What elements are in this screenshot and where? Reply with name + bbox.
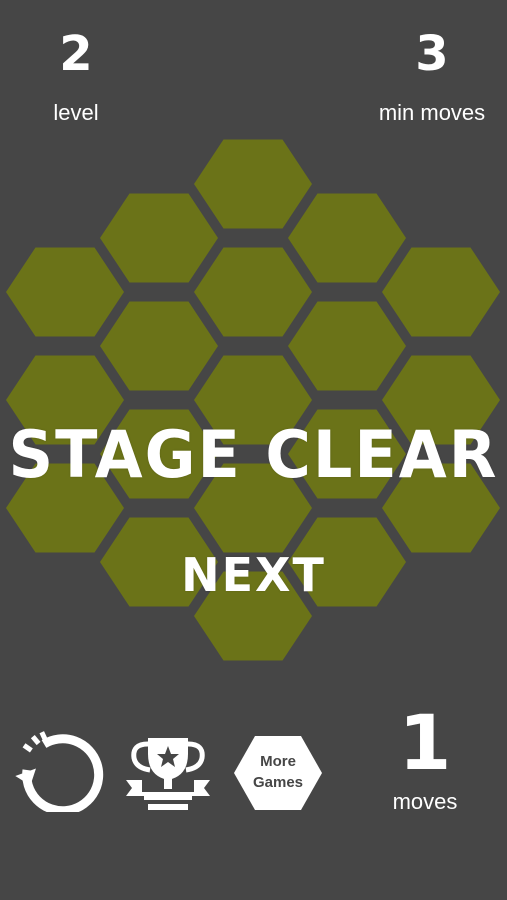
trophy-icon — [126, 738, 210, 810]
hex-tile[interactable] — [288, 301, 406, 391]
more-games-button[interactable]: More Games — [232, 734, 324, 812]
hex-tile[interactable] — [288, 193, 406, 283]
restart-button[interactable] — [14, 728, 106, 816]
more-games-line1: More — [260, 753, 296, 770]
moves-value: 1 — [398, 698, 452, 787]
more-games-label: More Games — [232, 751, 324, 793]
hex-tile[interactable] — [382, 247, 500, 337]
hex-tile[interactable] — [100, 193, 218, 283]
next-button[interactable]: NEXT — [0, 548, 507, 602]
hex-tile[interactable] — [100, 301, 218, 391]
hex-tile[interactable] — [6, 247, 124, 337]
hex-tile[interactable] — [194, 139, 312, 229]
more-games-line2: Games — [252, 774, 304, 791]
stage-clear-banner: STAGE CLEAR — [8, 416, 499, 493]
moves-stat: 1 moves — [370, 705, 480, 815]
restart-icon — [15, 731, 104, 816]
moves-label: moves — [392, 789, 458, 814]
hex-tile[interactable] — [194, 247, 312, 337]
trophy-button[interactable] — [122, 732, 214, 810]
